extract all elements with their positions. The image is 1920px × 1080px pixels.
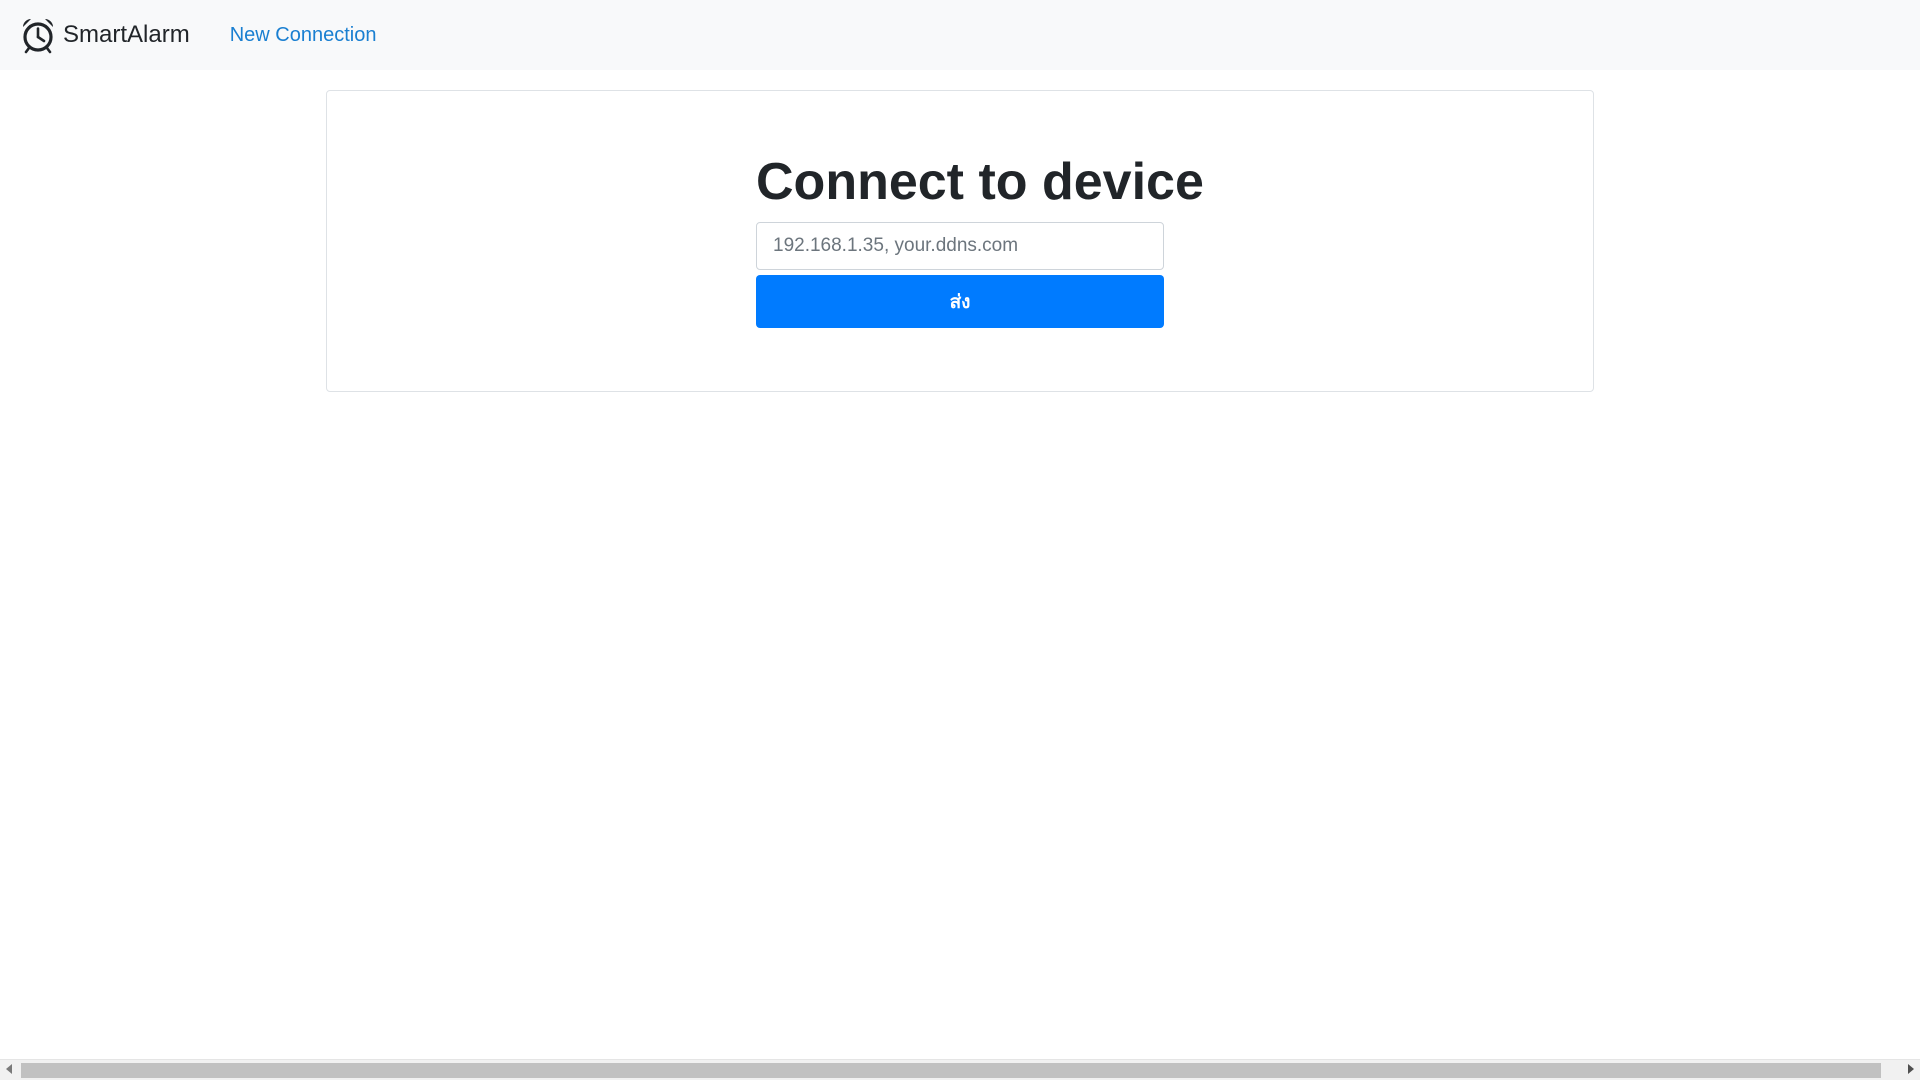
new-connection-link[interactable]: New Connection bbox=[230, 24, 377, 47]
alarm-clock-icon bbox=[19, 16, 57, 54]
device-address-input[interactable] bbox=[756, 222, 1164, 270]
scroll-left-icon[interactable] bbox=[6, 1064, 12, 1074]
page-title: Connect to device bbox=[756, 153, 1204, 211]
top-navbar: SmartAlarm New Connection bbox=[0, 0, 1920, 70]
scrollbar-thumb[interactable] bbox=[21, 1063, 1881, 1078]
brand-label: SmartAlarm bbox=[63, 21, 190, 48]
connect-form: Connect to device ส่ง bbox=[756, 150, 1204, 328]
scroll-right-icon[interactable] bbox=[1908, 1064, 1914, 1074]
horizontal-scrollbar[interactable] bbox=[0, 1059, 1920, 1080]
submit-button[interactable]: ส่ง bbox=[756, 275, 1164, 328]
brand-link[interactable]: SmartAlarm bbox=[19, 16, 190, 54]
